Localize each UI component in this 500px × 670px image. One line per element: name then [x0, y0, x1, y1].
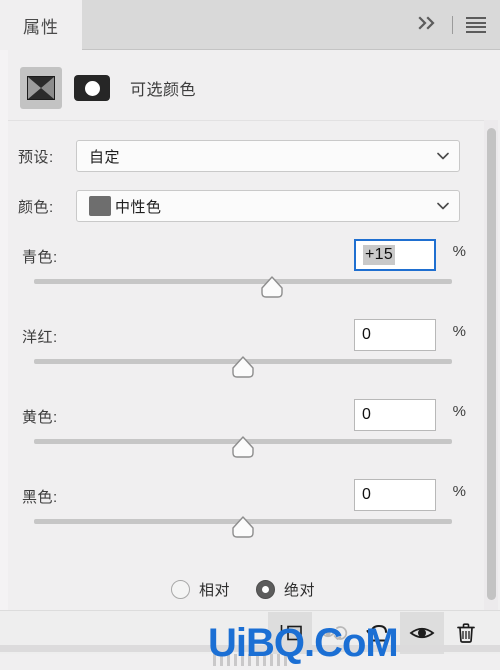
slider-unit-black: %: [452, 483, 466, 500]
slider-group-cyan: 青色: +15 %: [8, 237, 478, 309]
radio-absolute-label: 绝对: [284, 582, 316, 599]
panel-body: 预设: 自定 颜色: 中性色 青色: +15 % 洋红: 0 % 黄色: 0 %…: [8, 120, 488, 611]
slider-unit-magenta: %: [452, 323, 466, 340]
double-chevron-right-icon[interactable]: [417, 15, 439, 35]
slider-value-black: 0: [362, 486, 372, 503]
slider-handle-yellow[interactable]: [230, 435, 256, 459]
colors-label: 颜色:: [18, 198, 54, 216]
slider-track-wrap-yellow[interactable]: [8, 435, 478, 465]
footer-divider: [0, 645, 500, 652]
slider-track-wrap-magenta[interactable]: [8, 355, 478, 385]
slider-track-cyan: [34, 279, 452, 284]
colors-row: 颜色: 中性色: [8, 189, 478, 223]
slider-track-wrap-cyan[interactable]: [8, 275, 478, 305]
chevron-down-icon: [437, 152, 449, 160]
radio-relative-label: 相对: [198, 582, 230, 599]
preset-row: 预设: 自定: [8, 139, 478, 173]
slider-group-magenta: 洋红: 0 %: [8, 317, 478, 389]
slider-head-black: 黑色: 0 %: [8, 477, 478, 515]
colors-select[interactable]: 中性色: [76, 190, 460, 222]
colors-value: 中性色: [115, 198, 162, 216]
slider-handle-magenta[interactable]: [230, 355, 256, 379]
header-divider: [452, 16, 453, 34]
slider-label-yellow: 黄色:: [22, 408, 58, 426]
slider-track-wrap-black[interactable]: [8, 515, 478, 545]
slider-head-magenta: 洋红: 0 %: [8, 317, 478, 355]
slider-value-yellow: 0: [362, 406, 372, 423]
radio-relative[interactable]: 相对: [170, 579, 230, 600]
radio-absolute[interactable]: 绝对: [256, 579, 315, 600]
colors-value-wrap: 中性色: [89, 196, 437, 217]
slider-value-magenta: 0: [362, 326, 372, 343]
slider-handle-black[interactable]: [230, 515, 256, 539]
slider-label-cyan: 青色:: [22, 248, 58, 266]
slider-handle-cyan[interactable]: [259, 275, 285, 299]
hamburger-menu-icon[interactable]: [466, 17, 486, 33]
panel-footer: [0, 610, 500, 670]
slider-value-cyan: +15: [363, 245, 396, 265]
scrollbar-thumb[interactable]: [487, 128, 496, 600]
slider-input-cyan[interactable]: +15: [354, 239, 436, 271]
radio-relative-dot: [170, 580, 190, 599]
slider-head-cyan: 青色: +15 %: [8, 237, 478, 275]
selective-color-adjustment-icon[interactable]: [20, 67, 62, 109]
method-radio-group: 相对 绝对: [8, 579, 478, 600]
resize-grip[interactable]: [213, 654, 287, 666]
panel-header: 属性: [0, 0, 500, 50]
adjustment-title: 可选颜色: [130, 82, 197, 99]
slider-input-black[interactable]: 0: [354, 479, 436, 511]
adjustment-header-row: 可选颜色: [0, 62, 500, 114]
preset-value: 自定: [89, 148, 121, 166]
preset-label: 预设:: [18, 148, 54, 166]
header-controls: [417, 0, 486, 50]
color-swatch: [89, 196, 111, 216]
panel-left-edge: [0, 50, 8, 610]
radio-absolute-dot: [256, 580, 275, 599]
slider-input-magenta[interactable]: 0: [354, 319, 436, 351]
layer-mask-thumbnail-icon[interactable]: [74, 75, 110, 101]
tab-properties[interactable]: 属性: [0, 0, 82, 50]
slider-label-black: 黑色:: [22, 488, 58, 506]
slider-group-black: 黑色: 0 %: [8, 477, 478, 549]
slider-head-yellow: 黄色: 0 %: [8, 397, 478, 435]
tab-properties-label: 属性: [23, 17, 59, 37]
preset-select[interactable]: 自定: [76, 140, 460, 172]
slider-unit-yellow: %: [452, 403, 466, 420]
slider-input-yellow[interactable]: 0: [354, 399, 436, 431]
chevron-down-icon: [437, 202, 449, 210]
slider-group-yellow: 黄色: 0 %: [8, 397, 478, 469]
slider-unit-cyan: %: [452, 243, 466, 260]
slider-label-magenta: 洋红:: [22, 328, 58, 346]
